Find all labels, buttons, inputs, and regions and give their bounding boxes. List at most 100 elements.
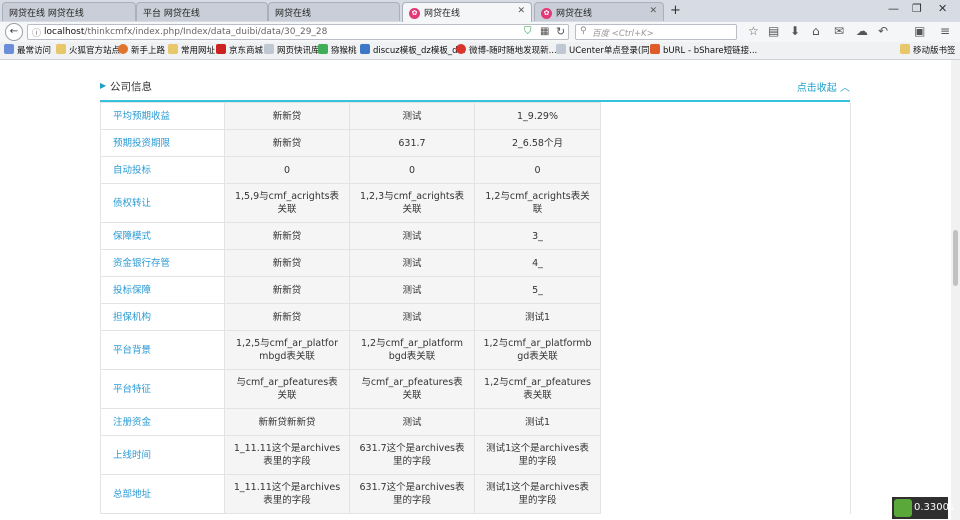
reading-list-icon[interactable]: ▤	[768, 24, 779, 38]
table-row: 注册资金 新新贷新新贷 测试 测试1	[100, 408, 851, 436]
menu-icon[interactable]: ≡	[940, 24, 950, 38]
empty-cell	[600, 474, 851, 514]
back-button[interactable]: ←	[5, 23, 23, 41]
chat-icon[interactable]: ✉	[834, 24, 844, 38]
cell-value: 1,2,3与cmf_acrights表关联	[349, 183, 475, 223]
browser-tab-active[interactable]: ✿ 网贷在线 ✕	[402, 2, 532, 22]
search-box[interactable]: ⚲ 百度 <Ctrl+K>	[575, 24, 737, 40]
cell-value: 4_	[474, 249, 601, 277]
cell-value: 1_11.11这个是archives表里的字段	[224, 474, 350, 514]
row-label[interactable]: 上线时间	[100, 435, 225, 475]
collapse-button[interactable]: 点击收起 ︿	[797, 79, 850, 94]
tab-label: 网贷在线	[275, 9, 312, 19]
screenshot-icon[interactable]: ▣	[914, 24, 925, 38]
row-label[interactable]: 债权转让	[100, 183, 225, 223]
cloud-icon[interactable]: ☁	[856, 24, 868, 38]
table-row: 债权转让 1,5,9与cmf_acrights表关联 1,2,3与cmf_acrig…	[100, 183, 851, 223]
folder-icon	[56, 44, 66, 54]
kiwi-icon	[318, 44, 328, 54]
scrollbar-thumb[interactable]	[953, 230, 958, 286]
cell-value: 新新贷新新贷	[224, 408, 350, 436]
cell-value: 测试	[349, 408, 475, 436]
row-label[interactable]: 注册资金	[100, 408, 225, 436]
cell-value: 与cmf_ar_pfeatures表关联	[224, 369, 350, 409]
cell-value: 新新贷	[224, 129, 350, 157]
row-label[interactable]: 担保机构	[100, 303, 225, 331]
browser-tab[interactable]: 网贷在线 网贷在线	[2, 2, 136, 21]
bookmark-item[interactable]: 猕猴桃	[318, 44, 357, 56]
maximize-icon[interactable]: ❐	[912, 2, 922, 15]
empty-cell	[600, 330, 851, 370]
minimize-icon[interactable]: —	[888, 2, 899, 15]
triangle-right-icon: ▶	[100, 81, 107, 90]
row-label[interactable]: 投标保障	[100, 276, 225, 304]
undo-icon[interactable]: ↶	[878, 24, 888, 38]
empty-cell	[600, 435, 851, 475]
row-label[interactable]: 资金银行存管	[100, 249, 225, 277]
tab-label: 网贷在线	[556, 9, 593, 19]
row-label[interactable]: 平台特征	[100, 369, 225, 409]
shield-icon[interactable]: ⛉	[524, 26, 532, 37]
row-label[interactable]: 平均预期收益	[100, 102, 225, 130]
close-window-icon[interactable]: ✕	[938, 2, 947, 15]
table-row: 资金银行存管 新新贷 测试 4_	[100, 249, 851, 277]
tab-bar: 网贷在线 网贷在线 平台 网贷在线 网贷在线 ✿ 网贷在线 ✕ ✿ 网贷在线 ✕ + —…	[0, 0, 960, 23]
new-tab-button[interactable]: +	[670, 3, 681, 18]
close-tab-icon[interactable]: ✕	[517, 6, 525, 16]
qr-code-icon[interactable]: ▦	[540, 26, 549, 37]
bookmark-item[interactable]: 京东商城	[216, 44, 263, 56]
row-label[interactable]: 预期投资期限	[100, 129, 225, 157]
bookmark-item[interactable]: 新手上路	[118, 44, 165, 56]
weibo-icon	[456, 44, 466, 54]
empty-cell	[600, 156, 851, 184]
page-icon	[556, 44, 566, 54]
site-favicon-icon: ✿	[409, 8, 420, 19]
bookmark-item[interactable]: 火狐官方站点	[56, 44, 120, 56]
bookmark-item[interactable]: bURL - bShare短链接...	[650, 44, 757, 56]
cell-value: 1,2,5与cmf_ar_platformbgd表关联	[224, 330, 350, 370]
cell-value: 631.7这个是archives表里的字段	[349, 474, 475, 514]
cell-value: 631.7	[349, 129, 475, 157]
row-label[interactable]: 平台背景	[100, 330, 225, 370]
row-label[interactable]: 保障模式	[100, 222, 225, 250]
address-bar[interactable]: ⓘ localhost/thinkcmfx/index.php/Index/da…	[27, 24, 569, 40]
table-row: 平均预期收益 新新贷 测试 1_9.29%	[100, 102, 851, 130]
bshare-icon	[650, 44, 660, 54]
browser-tab[interactable]: ✿ 网贷在线 ✕	[534, 2, 664, 21]
empty-cell	[600, 129, 851, 157]
mobile-bookmarks[interactable]: 移动版书签	[900, 44, 956, 56]
empty-cell	[600, 102, 851, 130]
cell-value: 0	[349, 156, 475, 184]
bookmark-item[interactable]: UCenter单点登录(同...	[556, 44, 658, 56]
browser-tab[interactable]: 网贷在线	[268, 2, 400, 21]
empty-cell	[600, 369, 851, 409]
timer-badge: 0.3300s	[892, 497, 954, 519]
star-icon[interactable]: ☆	[748, 24, 759, 38]
info-icon[interactable]: ⓘ	[32, 26, 41, 39]
close-tab-icon[interactable]: ✕	[649, 6, 657, 16]
empty-cell	[600, 408, 851, 436]
cell-value: 1_9.29%	[474, 102, 601, 130]
home-icon[interactable]: ⌂	[812, 24, 820, 38]
bookmarks-icon	[4, 44, 14, 54]
bookmark-item[interactable]: discuz模板_dz模板_d...	[360, 44, 466, 56]
download-icon[interactable]: ⬇	[790, 24, 800, 38]
bookmark-item[interactable]: 常用网址	[168, 44, 215, 56]
bookmark-item[interactable]: 网页快讯库	[264, 44, 320, 56]
row-label[interactable]: 总部地址	[100, 474, 225, 514]
row-label[interactable]: 自动投标	[100, 156, 225, 184]
reload-icon[interactable]: ↻	[556, 25, 565, 38]
empty-cell	[600, 183, 851, 223]
empty-cell	[600, 276, 851, 304]
scrollbar[interactable]	[951, 60, 960, 520]
folder-icon	[900, 44, 910, 54]
bookmark-item[interactable]: 微博-随时随地发现新...	[456, 44, 557, 56]
bookmark-item[interactable]: 最常访问	[4, 44, 51, 56]
table-row: 总部地址 1_11.11这个是archives表里的字段 631.7这个是archi…	[100, 474, 851, 514]
browser-tab[interactable]: 平台 网贷在线	[136, 2, 268, 21]
section-header: ▶ 公司信息 点击收起 ︿	[100, 74, 850, 102]
cell-value: 新新贷	[224, 303, 350, 331]
cell-value: 1,5,9与cmf_acrights表关联	[224, 183, 350, 223]
firefox-icon	[118, 44, 128, 54]
search-placeholder: 百度 <Ctrl+K>	[592, 29, 654, 39]
